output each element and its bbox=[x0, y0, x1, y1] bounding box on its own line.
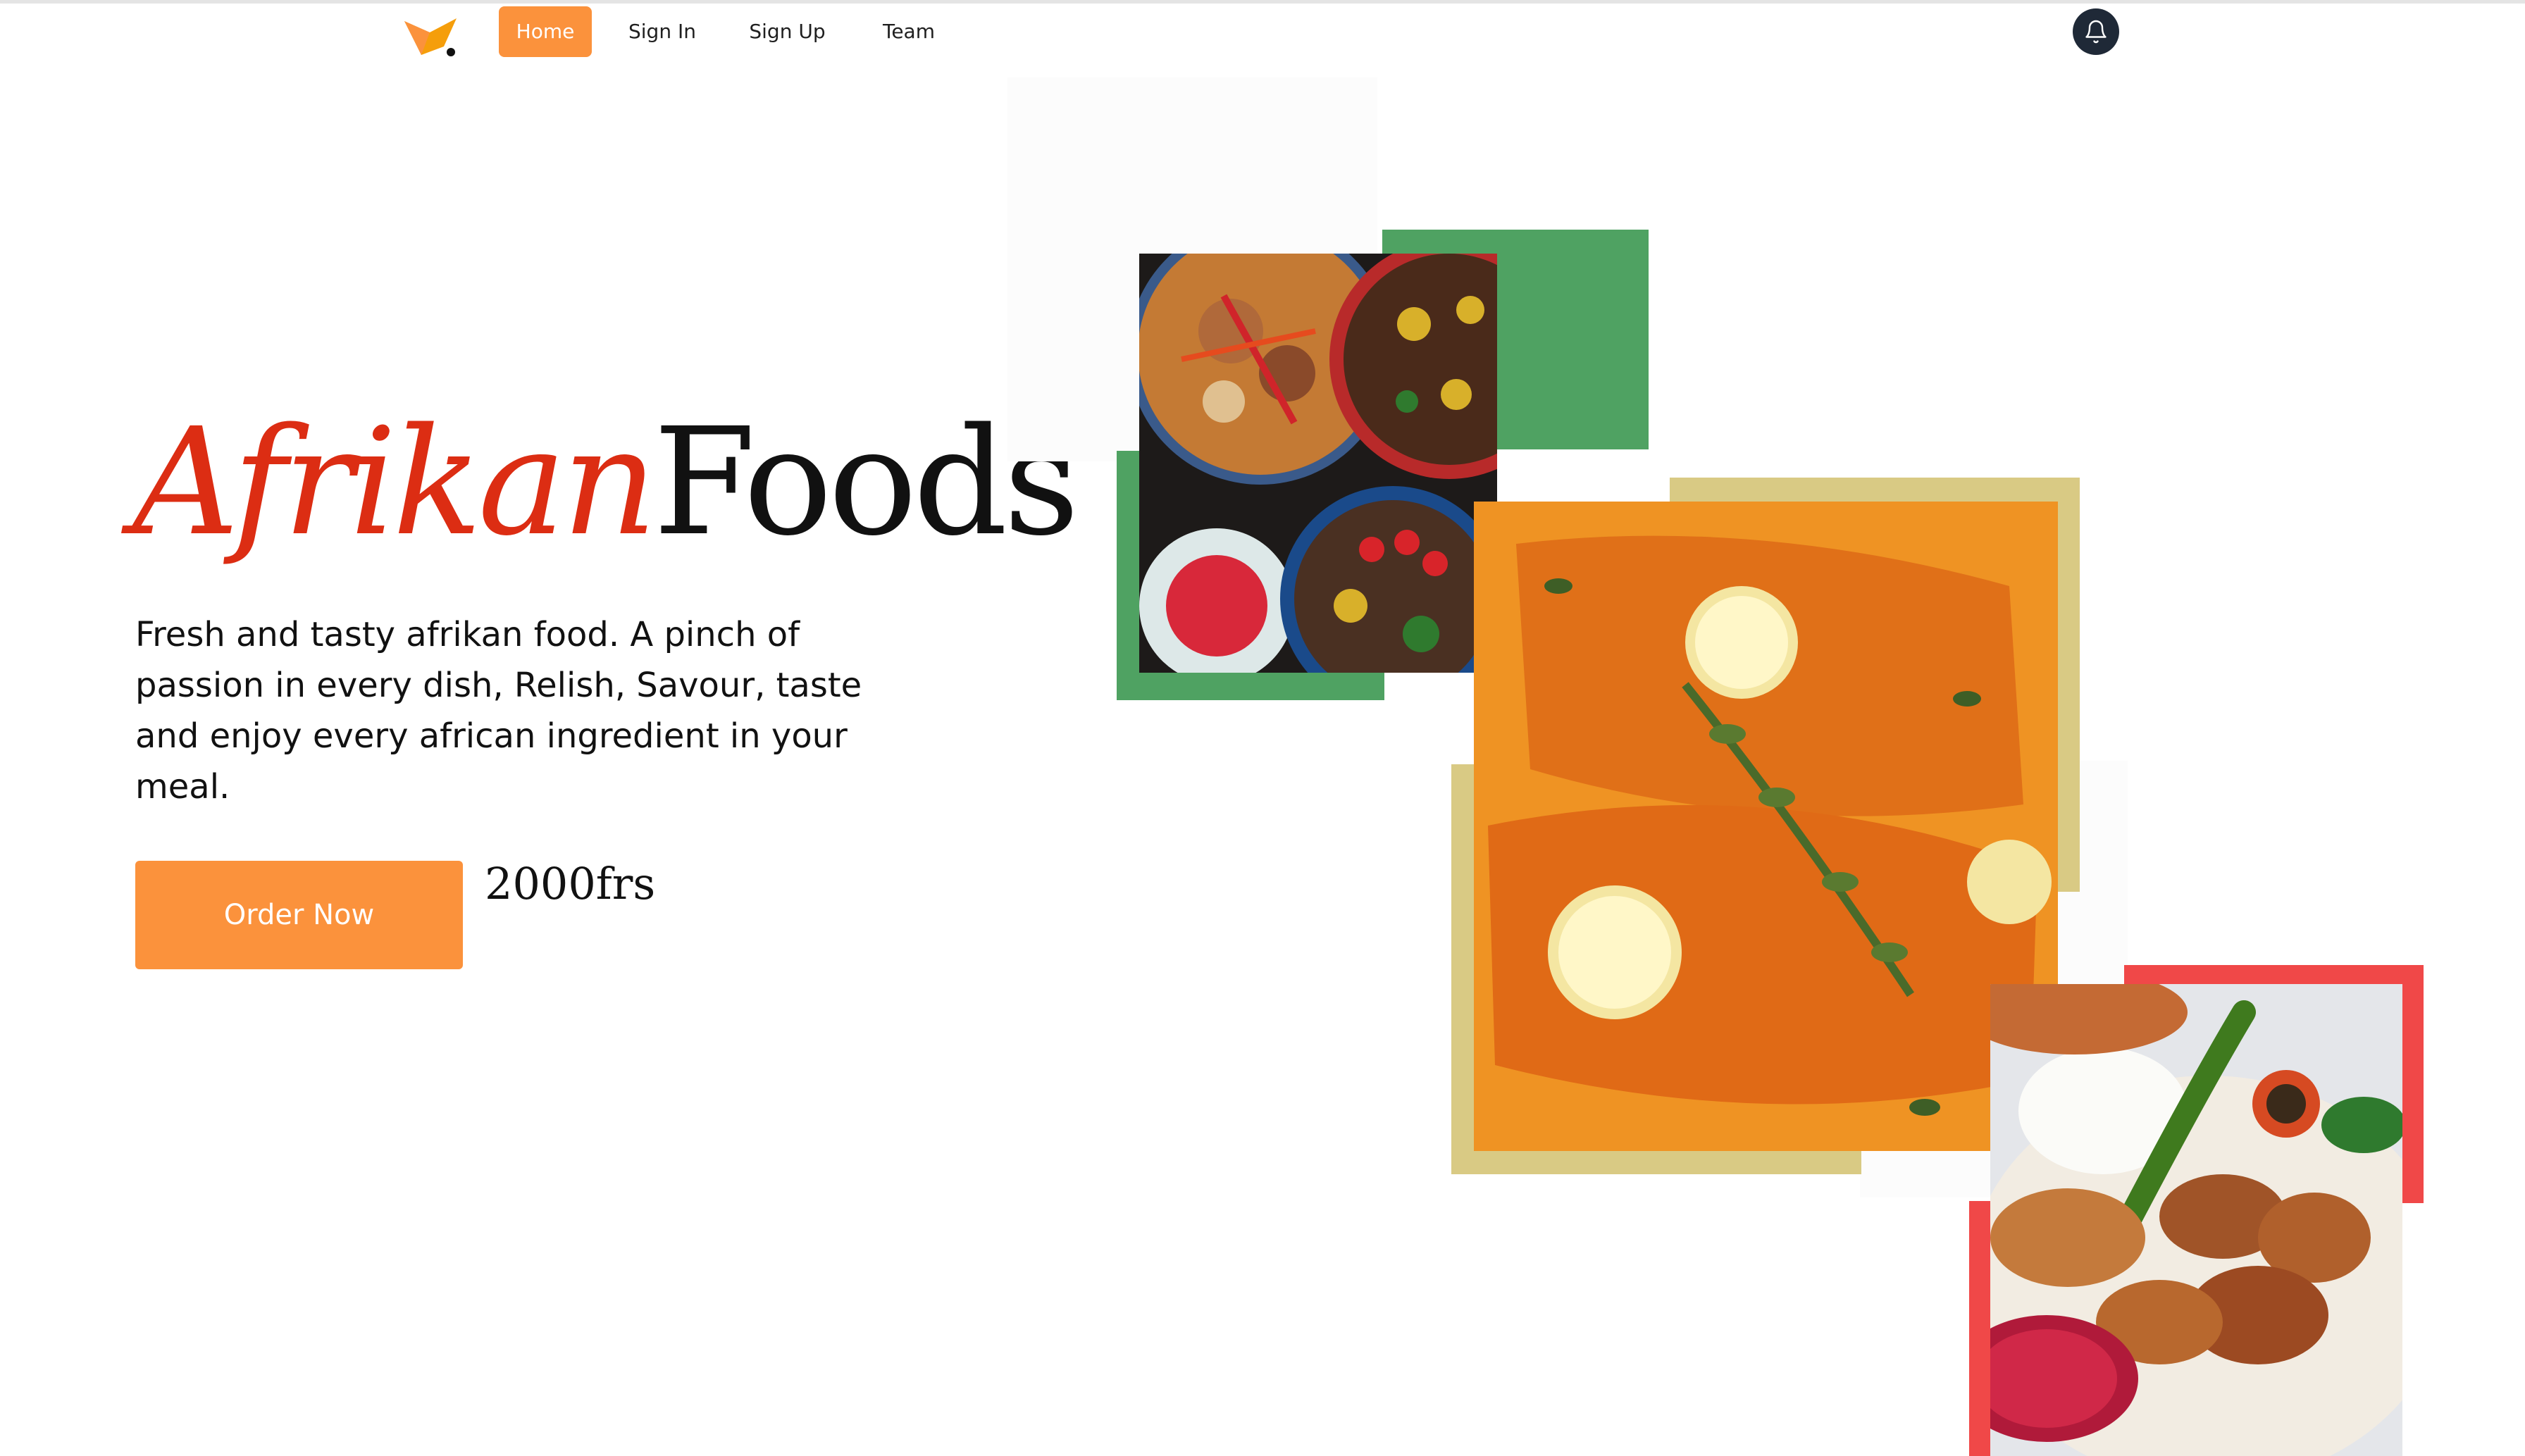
nav-sign-up[interactable]: Sign Up bbox=[740, 6, 835, 57]
hero-title-afrikan: Afrikan bbox=[132, 396, 657, 568]
nav-team[interactable]: Team bbox=[870, 6, 948, 57]
bell-icon bbox=[2085, 20, 2107, 44]
nav-home[interactable]: Home bbox=[499, 6, 592, 57]
page: Home Sign In Sign Up Team AfrikanFoods F… bbox=[0, 0, 2525, 1456]
hero-title: AfrikanFoods bbox=[132, 380, 1079, 585]
nav-sign-in[interactable]: Sign In bbox=[620, 6, 705, 57]
salmon-curry-photo bbox=[1474, 502, 2058, 1151]
notification-button[interactable] bbox=[2073, 8, 2119, 55]
top-border bbox=[0, 0, 2525, 4]
grilled-chicken-photo bbox=[1990, 984, 2402, 1456]
hero-description: Fresh and tasty afrikan food. A pinch of… bbox=[135, 615, 862, 807]
price-label: 2000frs bbox=[485, 858, 656, 909]
african-dishes-photo bbox=[1139, 254, 1497, 673]
order-now-button[interactable]: Order Now bbox=[135, 861, 463, 969]
fox-logo-icon[interactable] bbox=[402, 15, 461, 59]
